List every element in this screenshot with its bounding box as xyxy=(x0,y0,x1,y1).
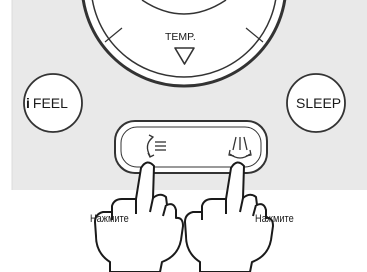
ifeel-feel-text: FEEL xyxy=(32,95,68,111)
press-label-right: Нажмите xyxy=(255,213,294,225)
ifeel-i-text: i xyxy=(26,95,30,111)
press-label-left: Нажмите xyxy=(90,213,129,225)
temp-label: TEMP. xyxy=(165,31,196,43)
ifeel-button-label: i FEEL xyxy=(26,95,68,111)
sleep-button-label: SLEEP xyxy=(296,95,342,111)
